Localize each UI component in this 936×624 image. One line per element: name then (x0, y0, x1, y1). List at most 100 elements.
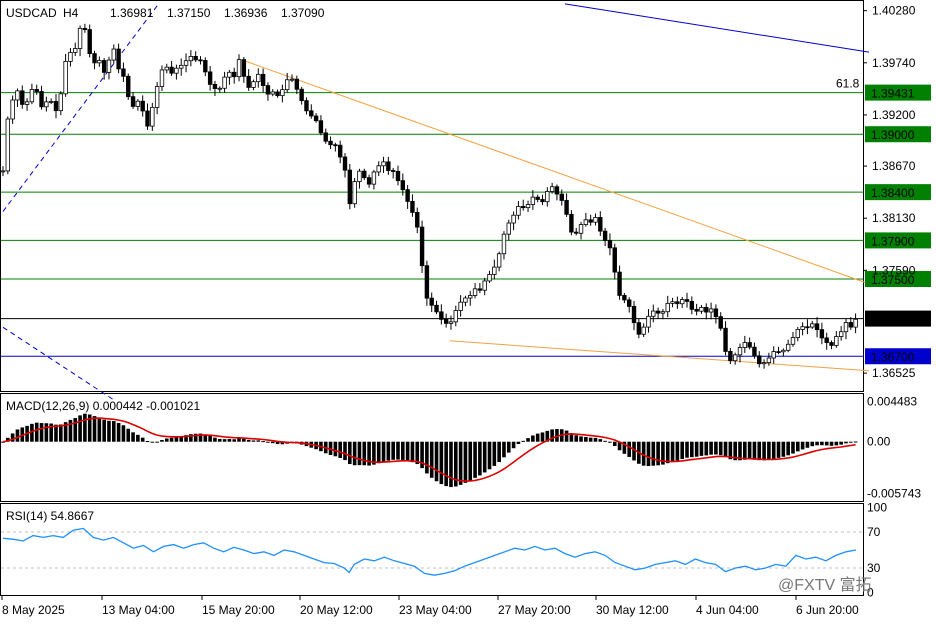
macd-bar-26 (126, 428, 131, 442)
macd-bar-95 (458, 441, 463, 485)
candle-body-60 (289, 78, 295, 81)
macd-bar-159 (767, 441, 771, 460)
macd-bar-165 (795, 441, 800, 452)
candle-body-157 (757, 355, 762, 365)
macd-bar-55 (266, 441, 270, 443)
candle-body-109 (525, 204, 531, 209)
macd-bar-69 (333, 441, 338, 457)
macd-bar-126 (608, 441, 612, 443)
candle-body-166 (800, 326, 805, 330)
macd-bar-135 (651, 441, 656, 466)
macd-bar-170 (820, 441, 824, 446)
macd-bar-78 (376, 441, 381, 464)
candle-body-138 (665, 302, 670, 313)
macd-bar-147 (709, 441, 713, 455)
macd-tick--0.005743: -0.005743 (867, 486, 921, 500)
candle-body-106 (511, 214, 516, 224)
macd-bar-163 (786, 441, 790, 456)
macd-bar-93 (449, 441, 453, 488)
macd-bar-164 (791, 441, 795, 454)
macd-bar-44 (213, 437, 217, 442)
candle-body-144 (694, 308, 699, 312)
candle-body-156 (752, 346, 757, 357)
macd-bar-49 (237, 438, 241, 442)
macd-bar-177 (853, 441, 858, 443)
candle-body-44 (212, 84, 218, 89)
candle-body-78 (376, 165, 381, 173)
candle-body-73 (352, 181, 357, 205)
candle-body-59 (284, 79, 290, 91)
macd-bar-47 (227, 439, 232, 442)
time-tick-8: 6 Jun 20:00 (796, 603, 859, 617)
candle-body-1 (5, 118, 11, 172)
candle-body-86 (415, 212, 420, 228)
candle-body-72 (347, 169, 353, 205)
candle-body-159 (766, 357, 772, 364)
candle-body-24 (116, 48, 121, 70)
candle-body-85 (410, 201, 415, 213)
candle-body-104 (501, 233, 507, 255)
macd-bar-169 (815, 441, 819, 446)
candle-body-116 (559, 193, 564, 201)
candle-body-103 (496, 253, 502, 268)
macd-bar-91 (439, 441, 444, 485)
candle-body-152 (732, 354, 738, 362)
macd-bar-56 (270, 441, 275, 444)
candle-body-54 (260, 73, 266, 86)
candle-body-93 (448, 321, 454, 324)
macd-bar-19 (92, 416, 97, 442)
candle-body-165 (795, 329, 800, 338)
candle-body-19 (92, 53, 97, 64)
candle-body-91 (439, 311, 444, 320)
candle-body-111 (535, 196, 540, 200)
macd-bar-104 (502, 441, 506, 458)
macd-bar-127 (612, 441, 617, 446)
price-tick-1.38670: 1.38670 (872, 159, 916, 173)
watermark-logo: @FXTV 富拓 (778, 576, 872, 594)
candle-body-29 (140, 100, 145, 112)
candle-body-112 (540, 199, 545, 203)
macd-bar-143 (690, 441, 694, 458)
trading-chart[interactable]: 61.8 1.394311.390001.384001.379001.37500… (0, 0, 936, 624)
candle-body-48 (232, 71, 237, 78)
macd-bar-33 (160, 440, 164, 442)
candle-body-26 (126, 75, 131, 98)
chart-header-high: 1.37150 (167, 6, 211, 20)
candle-body-151 (728, 351, 733, 362)
candle-body-148 (713, 308, 719, 318)
candle-body-177 (853, 318, 858, 328)
candle-body-75 (362, 170, 367, 179)
macd-bar-36 (174, 436, 179, 442)
candle-body-62 (299, 88, 304, 102)
candle-body-153 (737, 347, 743, 356)
macd-bar-114 (550, 429, 554, 442)
candle-body-58 (280, 89, 285, 97)
macd-bar-160 (771, 441, 776, 459)
macd-bar-52 (251, 440, 256, 442)
candle-body-173 (834, 336, 839, 346)
rsi-label: RSI(14) 54.8667 (6, 509, 94, 523)
candle-body-140 (675, 301, 680, 305)
macd-bar-72 (348, 441, 352, 465)
macd-bar-31 (150, 441, 155, 443)
macd-bar-85 (410, 441, 415, 463)
level-tag-text-1.39000: 1.39000 (871, 128, 915, 142)
macd-bar-12 (59, 424, 63, 442)
macd-bar-98 (473, 441, 477, 478)
macd-bar-139 (670, 441, 675, 462)
macd-bar-22 (107, 420, 111, 442)
candle-body-56 (270, 91, 275, 95)
candle-body-146 (704, 307, 709, 313)
candle-body-11 (53, 100, 59, 112)
candle-body-30 (145, 110, 150, 127)
macd-bar-150 (723, 441, 728, 458)
time-tick-5: 27 May 20:00 (498, 603, 571, 617)
macd-bar-142 (685, 441, 689, 458)
macd-bar-174 (839, 441, 843, 445)
candle-body-8 (39, 91, 44, 108)
macd-bar-88 (425, 441, 429, 474)
macd-bar-32 (155, 441, 159, 443)
price-tick-1.39740: 1.39740 (872, 56, 916, 70)
candle-body-33 (159, 69, 165, 87)
macd-bar-166 (800, 441, 805, 450)
